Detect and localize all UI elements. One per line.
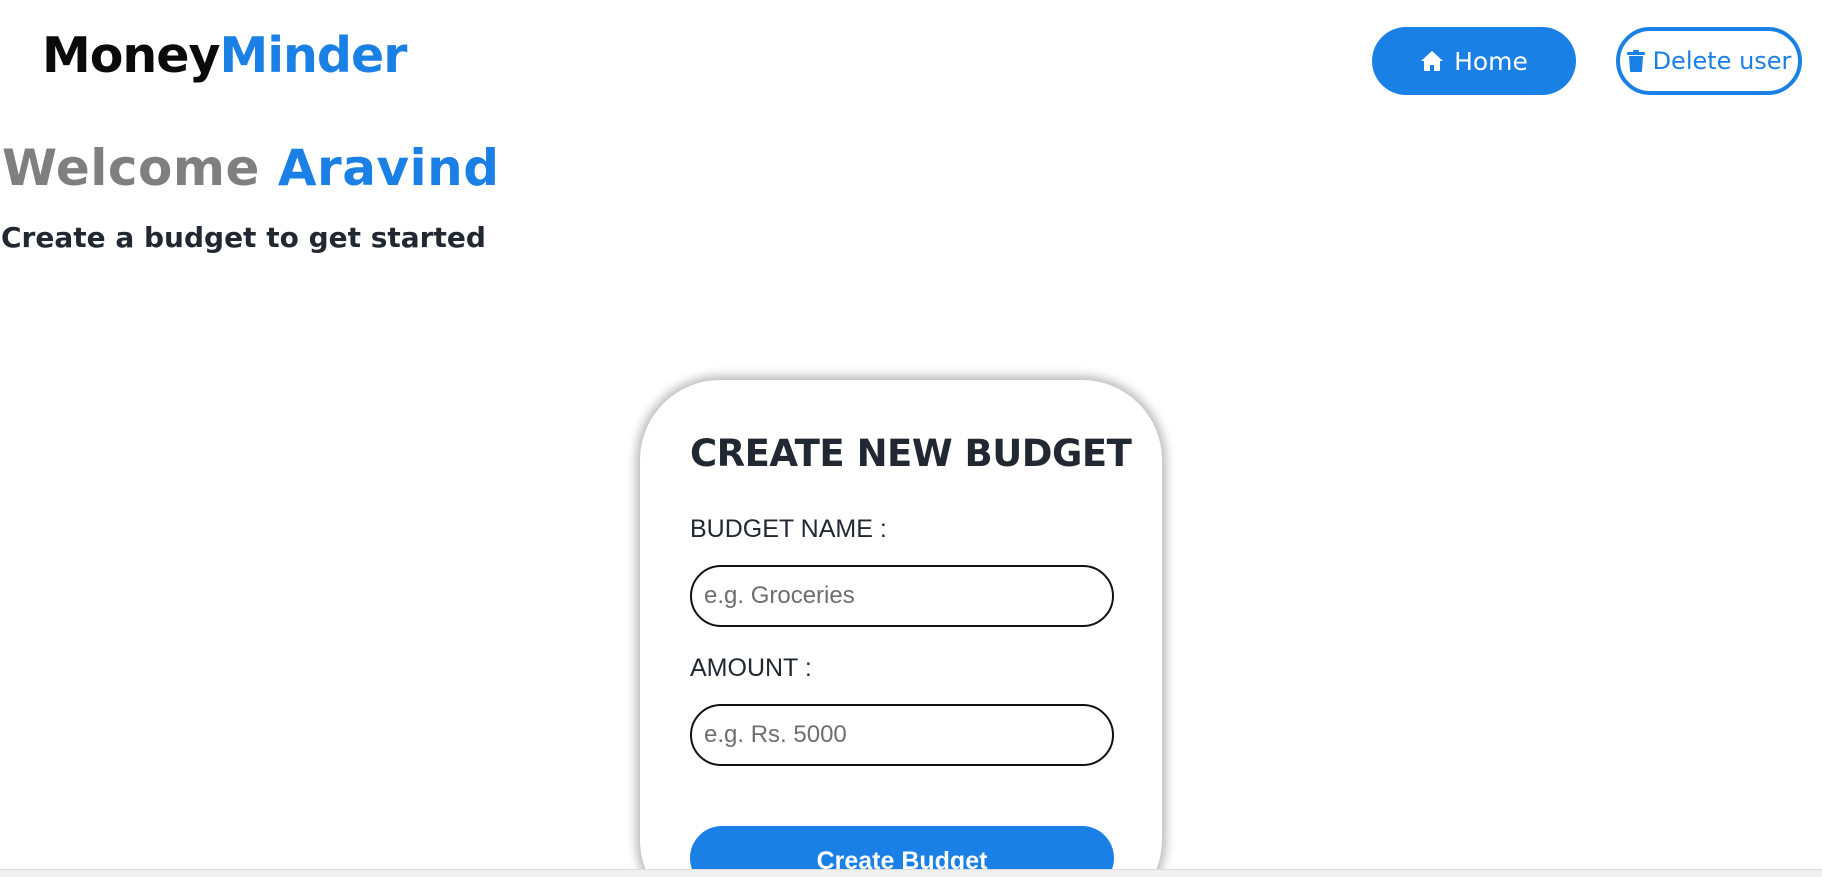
- home-button-label: Home: [1454, 46, 1528, 76]
- app-logo[interactable]: MoneyMinder: [42, 22, 407, 90]
- home-icon: [1420, 50, 1444, 72]
- logo-text-primary: Money: [42, 27, 220, 84]
- create-budget-title: CREATE NEW BUDGET: [690, 432, 1132, 475]
- logo-text-accent: Minder: [219, 27, 407, 84]
- trash-icon: [1626, 50, 1645, 72]
- home-button[interactable]: Home: [1372, 27, 1576, 95]
- delete-user-button[interactable]: Delete user: [1616, 27, 1802, 95]
- page: MoneyMinder Home Delete user Welcome Ara…: [0, 0, 1822, 877]
- welcome-greeting: Welcome: [2, 139, 260, 197]
- budget-name-label: BUDGET NAME :: [690, 515, 887, 543]
- horizontal-scrollbar[interactable]: [0, 869, 1822, 877]
- delete-user-button-label: Delete user: [1652, 47, 1792, 75]
- welcome-username: Aravind: [277, 139, 500, 197]
- amount-label: AMOUNT :: [690, 654, 812, 682]
- create-budget-card: CREATE NEW BUDGET BUDGET NAME : AMOUNT :…: [640, 380, 1162, 877]
- amount-input[interactable]: [690, 704, 1114, 766]
- budget-name-input[interactable]: [690, 565, 1114, 627]
- welcome-heading: Welcome Aravind: [2, 136, 500, 200]
- welcome-subtitle: Create a budget to get started: [1, 221, 486, 254]
